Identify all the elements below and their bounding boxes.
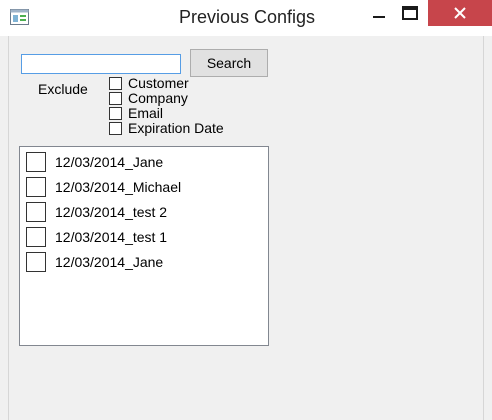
list-item-checkbox[interactable]: [26, 226, 46, 247]
title-bar[interactable]: Previous Configs: [0, 0, 492, 36]
exclude-option-label: Expiration Date: [128, 120, 224, 136]
list-item[interactable]: 12/03/2014_Jane: [26, 151, 266, 172]
exclude-checkbox[interactable]: [109, 92, 122, 105]
list-item-checkbox[interactable]: [26, 201, 46, 222]
maximize-button[interactable]: [387, 0, 433, 26]
exclude-option-email[interactable]: Email: [109, 106, 229, 121]
maximize-icon: [402, 6, 418, 20]
list-item[interactable]: 12/03/2014_test 2: [26, 201, 266, 222]
search-button[interactable]: Search: [190, 49, 268, 77]
exclude-option-company[interactable]: Company: [109, 91, 229, 106]
exclude-option-label: Customer: [128, 76, 189, 91]
list-item-label: 12/03/2014_Jane: [55, 153, 164, 170]
list-item-label: 12/03/2014_test 1: [55, 228, 168, 245]
exclude-option-customer[interactable]: Customer: [109, 76, 229, 91]
list-item-checkbox[interactable]: [26, 151, 46, 172]
close-button[interactable]: [428, 0, 492, 26]
exclude-label: Exclude: [38, 81, 88, 97]
exclude-options: Customer Company Email Expiration Date: [109, 76, 229, 138]
close-icon: [454, 7, 466, 19]
list-item-checkbox[interactable]: [26, 176, 46, 197]
search-input[interactable]: [21, 54, 181, 74]
list-item-label: 12/03/2014_Michael: [55, 178, 182, 195]
previous-configs-window: Previous Configs Search Exclude Customer: [0, 0, 492, 420]
list-item[interactable]: 12/03/2014_Jane: [26, 251, 266, 272]
list-item[interactable]: 12/03/2014_test 1: [26, 226, 266, 247]
list-item-checkbox[interactable]: [26, 251, 46, 272]
configs-list[interactable]: 12/03/2014_Jane 12/03/2014_Michael 12/03…: [19, 146, 269, 346]
exclude-checkbox[interactable]: [109, 77, 122, 90]
list-item-label: 12/03/2014_Jane: [55, 253, 164, 270]
minimize-icon: [373, 16, 385, 18]
exclude-option-expiration-date[interactable]: Expiration Date: [109, 121, 229, 136]
list-item[interactable]: 12/03/2014_Michael: [26, 176, 266, 197]
exclude-option-label: Company: [128, 90, 188, 106]
exclude-option-label: Email: [128, 105, 164, 121]
list-item-label: 12/03/2014_test 2: [55, 203, 168, 220]
exclude-checkbox[interactable]: [109, 107, 122, 120]
exclude-checkbox[interactable]: [109, 122, 122, 135]
